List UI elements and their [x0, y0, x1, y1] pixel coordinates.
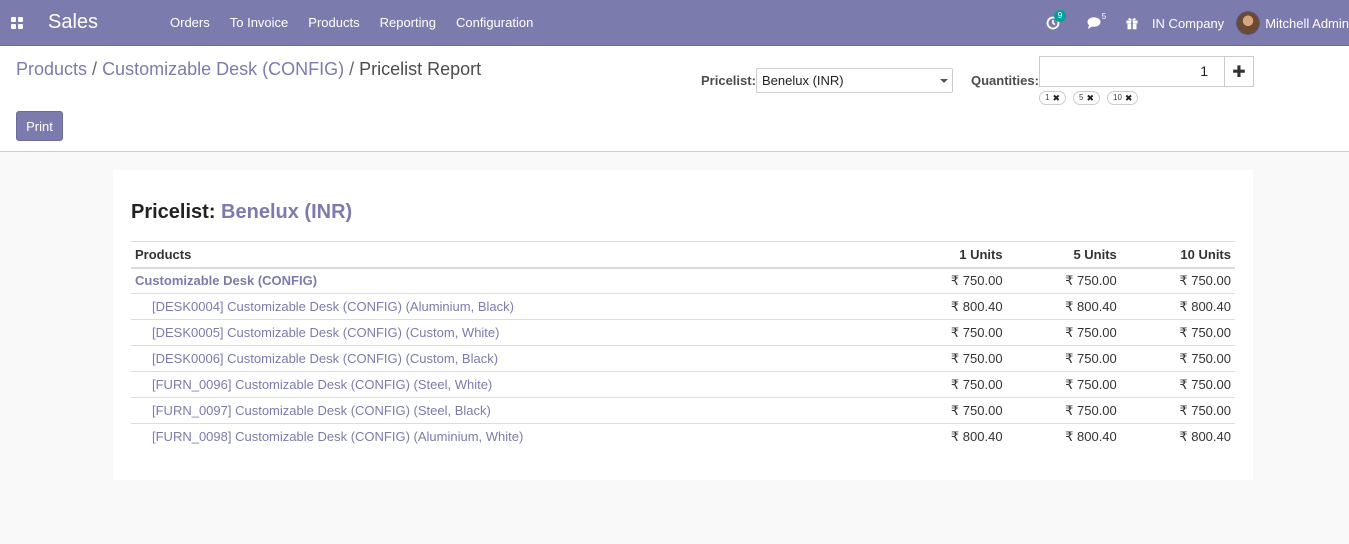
product-name-link[interactable]: [FURN_0098] Customizable Desk (CONFIG) (… — [131, 423, 893, 450]
menu-item-products[interactable]: Products — [298, 0, 369, 46]
report-title-pricelist: Benelux (INR) — [221, 201, 353, 223]
systray: 9 5 IN Company Mitchell Admin — [1032, 0, 1349, 46]
quantity-tag-label: 10 — [1113, 93, 1122, 102]
price-cell: ₹ 800.40 — [1120, 423, 1235, 450]
table-row-variant: [DESK0004] Customizable Desk (CONFIG) (A… — [131, 293, 1235, 320]
product-name-link[interactable]: [DESK0004] Customizable Desk (CONFIG) (A… — [131, 293, 893, 320]
quantity-tags: 1 ✖ 5 ✖ 10 ✖ — [1039, 91, 1145, 105]
breadcrumb-product[interactable]: Customizable Desk (CONFIG) — [102, 59, 344, 79]
price-cell: ₹ 750.00 — [950, 272, 1003, 288]
menu-item-reporting[interactable]: Reporting — [370, 0, 446, 46]
user-name: Mitchell Admin — [1265, 15, 1349, 31]
table-row-variant: [FURN_0098] Customizable Desk (CONFIG) (… — [131, 423, 1235, 450]
price-cell: ₹ 800.40 — [892, 293, 1007, 320]
menu-item-orders[interactable]: Orders — [160, 0, 220, 46]
app-brand[interactable]: Sales — [48, 11, 160, 34]
column-products: Products — [131, 241, 893, 269]
quantity-tag-label: 5 — [1079, 93, 1084, 102]
price-cell: ₹ 750.00 — [1006, 397, 1121, 424]
price-cell: ₹ 750.00 — [1006, 371, 1121, 398]
price-cell: ₹ 750.00 — [1065, 272, 1117, 288]
report-title-prefix: Pricelist: — [131, 201, 216, 223]
price-cell: ₹ 750.00 — [892, 397, 1007, 424]
activity-menu[interactable]: 9 — [1032, 0, 1074, 46]
pricelist-label: Pricelist: — [701, 73, 756, 88]
user-menu[interactable]: Mitchell Admin — [1236, 11, 1349, 35]
quantity-tag: 5 ✖ — [1073, 91, 1100, 105]
company-switcher[interactable]: IN Company — [1148, 16, 1236, 31]
product-name-link[interactable]: [FURN_0097] Customizable Desk (CONFIG) (… — [131, 397, 893, 424]
remove-tag-icon[interactable]: ✖ — [1125, 92, 1133, 104]
add-quantity-button[interactable]: ✚ — [1224, 56, 1254, 87]
column-5-units: 5 Units — [1006, 241, 1121, 269]
price-cell: ₹ 800.40 — [892, 423, 1007, 450]
gift-menu[interactable] — [1116, 0, 1148, 46]
table-row-product: Customizable Desk (CONFIG) ₹ 750.00 ₹ 750.… — [131, 268, 1235, 294]
menu-item-to-invoice[interactable]: To Invoice — [220, 0, 299, 46]
price-cell: ₹ 750.00 — [892, 345, 1007, 372]
table-row-variant: [DESK0005] Customizable Desk (CONFIG) (C… — [131, 319, 1235, 346]
price-cell: ₹ 750.00 — [892, 319, 1007, 346]
print-button[interactable]: Print — [16, 111, 63, 141]
control-panel: Products / Customizable Desk (CONFIG) / Pric… — [0, 46, 1349, 152]
product-name-link[interactable]: [DESK0005] Customizable Desk (CONFIG) (C… — [131, 319, 893, 346]
caret-down-icon — [940, 79, 948, 83]
apps-menu-button[interactable] — [0, 0, 33, 46]
activity-count-badge: 9 — [1053, 10, 1066, 22]
price-cell: ₹ 750.00 — [1120, 345, 1235, 372]
menu-item-configuration[interactable]: Configuration — [446, 0, 543, 46]
price-cell: ₹ 800.40 — [1120, 293, 1235, 320]
price-cell: ₹ 750.00 — [1120, 371, 1235, 398]
price-cell: ₹ 800.40 — [1006, 293, 1121, 320]
messaging-menu[interactable]: 5 — [1074, 0, 1116, 46]
breadcrumb-current: Pricelist Report — [359, 59, 482, 79]
pricelist-select[interactable]: Benelux (INR) — [756, 68, 953, 93]
report-title: Pricelist: Benelux (INR) — [131, 201, 352, 224]
table-row-variant: [FURN_0097] Customizable Desk (CONFIG) (… — [131, 397, 1235, 424]
price-cell: ₹ 750.00 — [892, 371, 1007, 398]
remove-tag-icon[interactable]: ✖ — [1086, 92, 1094, 104]
table-header-row: Products 1 Units 5 Units 10 Units — [131, 241, 1235, 269]
apps-icon — [10, 16, 23, 29]
quantities-label: Quantities: — [971, 73, 1039, 88]
gift-icon — [1126, 18, 1138, 30]
pricelist-report: Pricelist: Benelux (INR) Products 1 Unit… — [113, 170, 1253, 480]
breadcrumb: Products / Customizable Desk (CONFIG) / Pric… — [16, 59, 481, 80]
quantity-tag-label: 1 — [1045, 93, 1050, 102]
product-name-link[interactable]: Customizable Desk (CONFIG) — [131, 268, 892, 294]
main-menu: Orders To Invoice Products Reporting Con… — [160, 0, 543, 46]
quantity-input[interactable]: 1 — [1039, 56, 1225, 87]
messages-count-badge: 5 — [1101, 12, 1107, 21]
column-1-units: 1 Units — [892, 241, 1007, 269]
top-navbar: Sales Orders To Invoice Products Reporti… — [0, 0, 1349, 46]
quantity-tag: 1 ✖ — [1039, 91, 1066, 105]
column-10-units: 10 Units — [1120, 241, 1235, 269]
remove-tag-icon[interactable]: ✖ — [1052, 92, 1060, 104]
product-name-link[interactable]: [FURN_0096] Customizable Desk (CONFIG) (… — [131, 371, 893, 398]
price-cell: ₹ 750.00 — [1120, 397, 1235, 424]
breadcrumb-separator: / — [92, 59, 98, 79]
breadcrumb-separator: / — [349, 59, 355, 79]
table-row-variant: [FURN_0096] Customizable Desk (CONFIG) (… — [131, 371, 1235, 398]
breadcrumb-products[interactable]: Products — [16, 59, 87, 79]
table-row-variant: [DESK0006] Customizable Desk (CONFIG) (C… — [131, 345, 1235, 372]
price-cell: ₹ 750.00 — [1006, 319, 1121, 346]
plus-icon: ✚ — [1232, 63, 1246, 81]
price-table: Products 1 Units 5 Units 10 Units Custom… — [131, 241, 1235, 450]
product-name-link[interactable]: [DESK0006] Customizable Desk (CONFIG) (C… — [131, 345, 893, 372]
quantity-tag: 10 ✖ — [1107, 91, 1139, 105]
price-cell: ₹ 750.00 — [1179, 272, 1231, 288]
price-cell: ₹ 750.00 — [1120, 319, 1235, 346]
price-cell: ₹ 800.40 — [1006, 423, 1121, 450]
avatar — [1236, 11, 1261, 35]
pricelist-select-value: Benelux (INR) — [762, 73, 844, 88]
price-cell: ₹ 750.00 — [1006, 345, 1121, 372]
